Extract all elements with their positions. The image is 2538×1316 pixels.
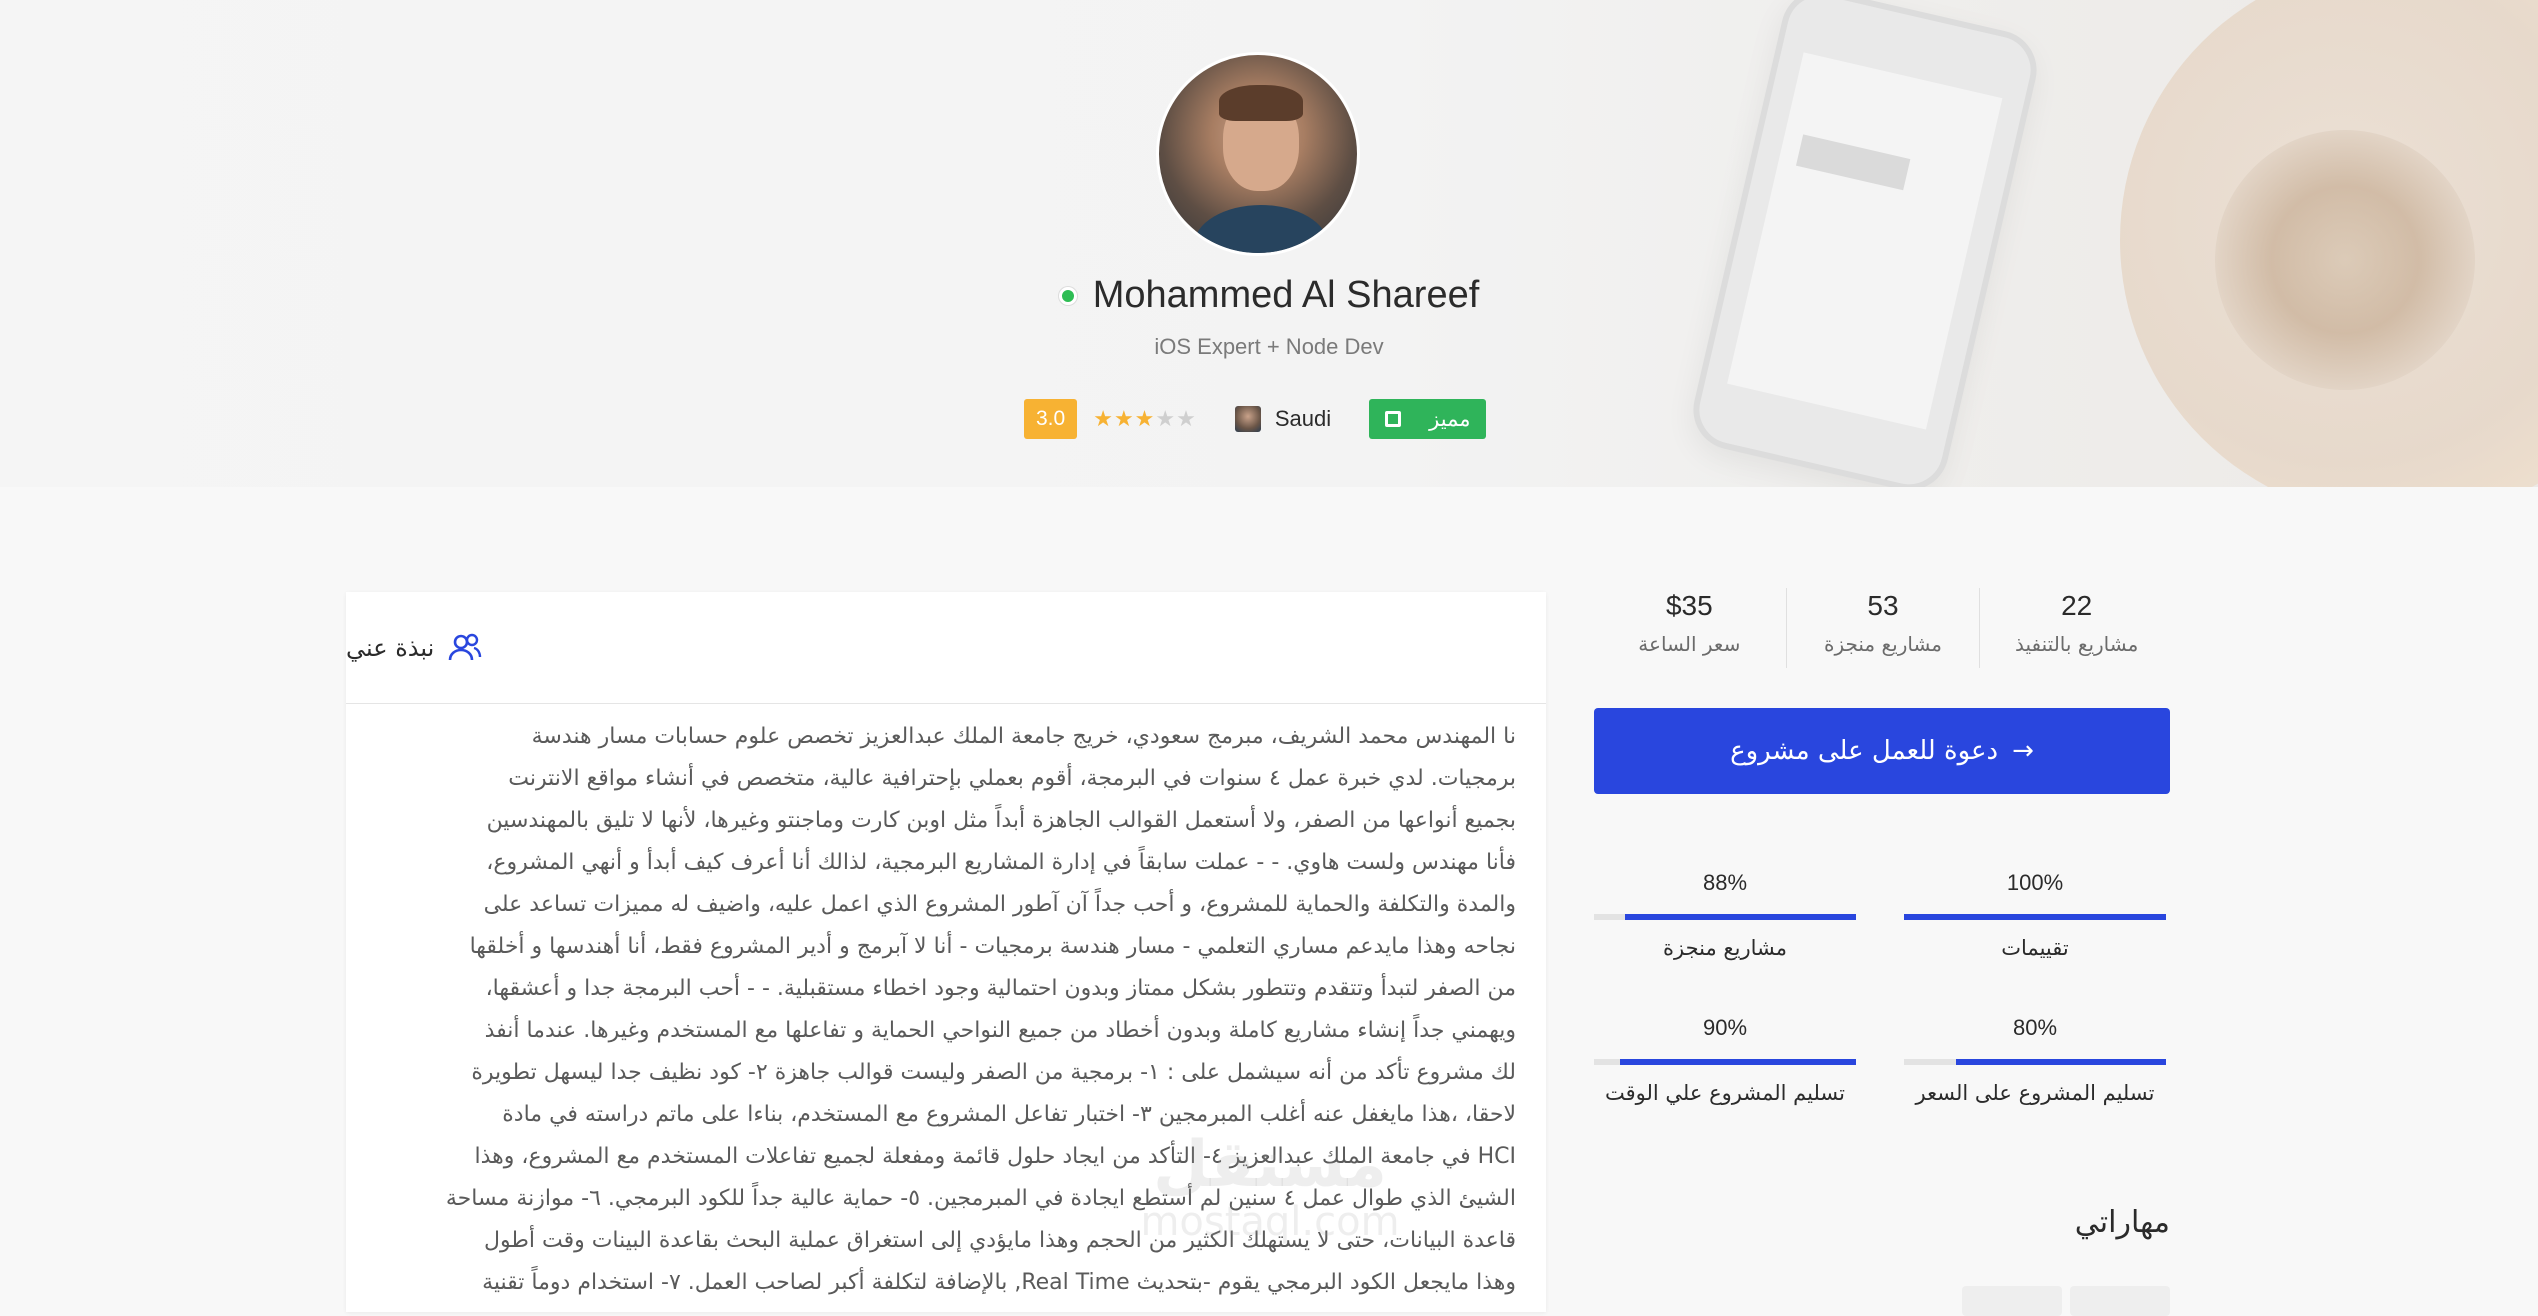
skill-chip[interactable] <box>1962 1286 2062 1316</box>
country-avatar-icon <box>1234 406 1261 432</box>
progress-fill <box>1904 914 2166 920</box>
about-text-line: نا المهندس محمد الشريف، مبرمج سعودي، خري… <box>531 724 1516 749</box>
star-filled-icon: ★ <box>1134 406 1156 432</box>
name-row: Mohammed Al Shareef <box>0 274 2538 317</box>
online-status-indicator <box>1058 286 1077 305</box>
star-filled-icon: ★ <box>1093 406 1114 432</box>
star-filled-icon: ★ <box>1113 406 1135 432</box>
about-text-line: لاحقا، ،هذا مايغفل عنه أغلب المبرمجين ٣-… <box>502 1102 1516 1127</box>
stats-bar: 22 مشاريع بالتنفيذ 53 مشاريع منجزة $35 س… <box>1593 588 2173 668</box>
profile-avatar <box>1156 52 1360 256</box>
about-text-line: والمدة والتكلفة والحماية للمشروع، و أحب … <box>483 892 1516 917</box>
profile-name: Mohammed Al Shareef <box>1092 274 1480 316</box>
background-phone-image <box>1685 0 2045 487</box>
progress-fill <box>1956 1059 2166 1065</box>
progress-fill <box>1625 914 1856 920</box>
profile-meta: 3.0 ★★★★★ Saudi مميز <box>1024 398 1487 440</box>
about-title: نبذة عني <box>346 633 435 662</box>
about-text-line: بجميع أنواعها من الصفر، ولا أستعمل القوا… <box>486 808 1516 833</box>
metric-completed-projects: 88% مشاريع منجزة <box>1594 870 1856 960</box>
about-text-line: نجاحه وهذا مايدعم مساري التعلمي - مسار ه… <box>469 934 1516 959</box>
progress-fill <box>1620 1059 1856 1065</box>
invite-to-project-button[interactable]: → دعوة للعمل على مشروع <box>1594 708 2170 794</box>
metric-on-time: 90% تسليم المشروع علي الوقت <box>1594 1015 1856 1105</box>
country-label: Saudi <box>1274 406 1332 431</box>
about-text-line: ويهمني جداً إنشاء مشاريع كاملة وبدون أخط… <box>484 1018 1516 1043</box>
metric-on-budget: 80% تسليم المشروع على السعر <box>1904 1015 2166 1105</box>
featured-badge: مميز <box>1369 399 1487 439</box>
profile-header: Mohammed Al Shareef iOS Expert + Node De… <box>0 0 2538 487</box>
invite-button-label: دعوة للعمل على مشروع <box>1730 736 1999 766</box>
about-text-line: HCI في جامعة الملك عبدالعزيز ٤- التأكد م… <box>474 1144 1516 1169</box>
metric-reviews: 100% تقييمات <box>1904 870 2166 960</box>
about-text: نا المهندس محمد الشريف، مبرمج سعودي، خري… <box>346 704 1546 1304</box>
skills-title: مهاراتي <box>2074 1205 2170 1240</box>
rating-badge: 3.0 <box>1024 399 1078 439</box>
stat-in-progress: 22 مشاريع بالتنفيذ <box>1979 588 2173 668</box>
featured-label: مميز <box>1429 407 1471 431</box>
star-empty-icon: ★ <box>1155 406 1177 432</box>
about-text-line: فأنا مهندس ولست هاوي. - - عملت سابقاً في… <box>486 850 1516 875</box>
about-card: نبذة عني نا المهندس محمد الشريف، مبرمج س… <box>346 592 1546 1312</box>
stat-hourly-rate: $35 سعر الساعة <box>1638 590 1741 656</box>
about-text-line: الشيئ الذي طوال عمل ٤ سنين لم أستطع ايجا… <box>445 1186 1516 1211</box>
about-text-line: قاعدة البيانات، حتى لا يستهلك الكثير من … <box>484 1228 1516 1253</box>
star-empty-icon: ★ <box>1176 406 1197 432</box>
about-text-line: من الصفر لتبدأ وتتقدم وتتطور بشكل ممتاز … <box>485 976 1516 1001</box>
users-icon <box>448 633 482 660</box>
arrow-right-icon: → <box>2012 736 2034 766</box>
profile-title: iOS Expert + Node Dev <box>1154 334 1384 359</box>
about-text-line: وهذا مايجعل الكود البرمجي يقوم -بتحديث R… <box>482 1270 1516 1295</box>
stat-completed: 53 مشاريع منجزة <box>1785 588 1980 668</box>
about-text-line: برمجيات. لدي خبرة عمل ٤ سنوات في البرمجة… <box>508 766 1516 791</box>
skill-chip[interactable] <box>2070 1286 2170 1316</box>
about-header: نبذة عني <box>346 592 1546 704</box>
featured-square-icon <box>1385 411 1402 427</box>
country-info[interactable]: Saudi <box>1234 406 1332 432</box>
about-text-line: لك مشروع تأكد من أنه سيشمل على : ١- برمج… <box>471 1060 1516 1085</box>
rating-stars: ★★★★★ <box>1093 407 1197 432</box>
